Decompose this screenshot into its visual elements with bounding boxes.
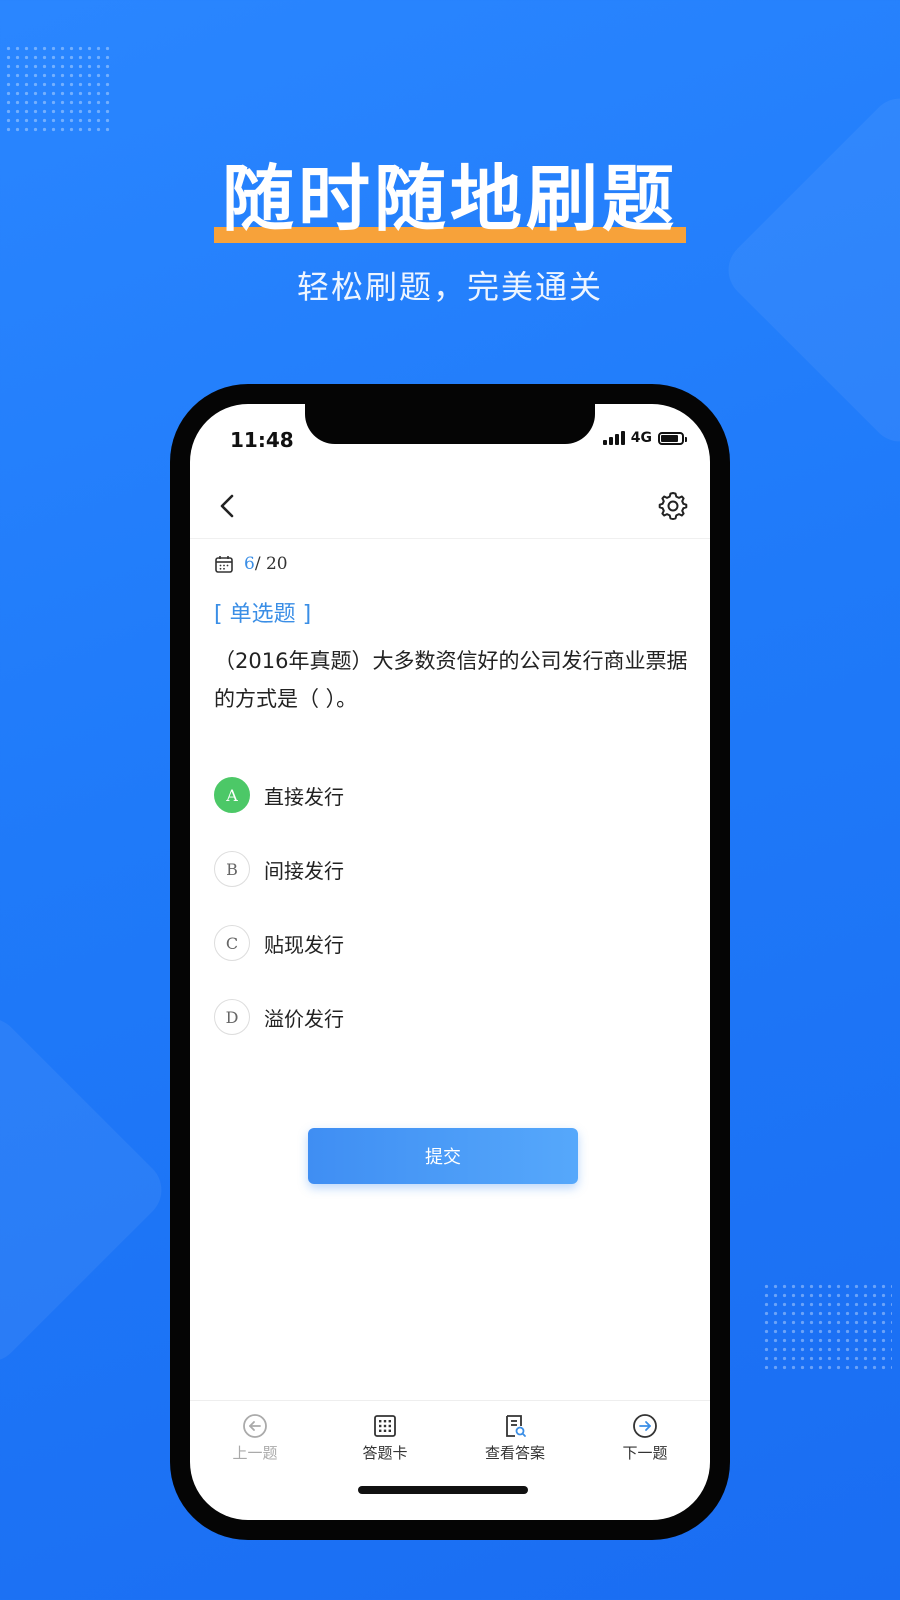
tab-view-answer[interactable]: 查看答案 [450,1401,580,1467]
question-type-label: [ 单选题 ] [214,602,312,627]
headline-text: 随时随地刷题 [221,157,678,241]
home-indicator [358,1486,528,1494]
arrow-right-circle-icon [633,1414,657,1438]
nav-bar [190,474,710,539]
promo-headline: 随时随地刷题 [0,140,900,245]
calendar-icon [215,556,233,573]
submit-button[interactable]: 提交 [308,1128,578,1184]
option-badge: A [214,777,250,813]
battery-icon [658,431,687,445]
tab-prev-question[interactable]: 上一题 [190,1401,320,1467]
tab-label: 答题卡 [362,1444,408,1462]
progress-current: 6 [244,554,255,574]
tab-answer-card[interactable]: 答题卡 [320,1401,450,1467]
headline-wrap: 随时随地刷题 [213,140,686,245]
question-text: （2016年真题）大多数资信好的公司发行商业票据的方式是（ ）。 [214,649,688,711]
question-progress: 6/ 20 [214,554,288,574]
option-badge: C [214,925,250,961]
status-bar: 11:48 4G [190,426,710,456]
status-time: 11:48 [230,428,294,452]
phone-frame: 11:48 4G 6/ 20 [单选题] （2016年真题）大多数资信好的公… [170,384,730,1540]
tab-label: 查看答案 [484,1444,545,1462]
decorative-dots-top-left [4,44,114,134]
progress-total: / 20 [254,554,288,574]
tab-label: 上一题 [232,1444,278,1462]
status-indicators: 4G [602,430,687,446]
promo-subtitle: 轻松刷题，完美通关 [296,268,603,306]
tab-next-question[interactable]: 下一题 [580,1401,710,1467]
option-badge: B [214,851,250,887]
option-a[interactable]: A 直接发行 [214,758,684,832]
tab-label: 下一题 [622,1444,668,1462]
answer-options: A 直接发行 B 间接发行 C 贴现发行 D 溢价发行 [214,758,684,1054]
document-search-icon [506,1415,526,1437]
decorative-dots-bottom-right [762,1282,892,1374]
option-text: 直接发行 [264,784,344,809]
arrow-left-circle-icon [243,1414,267,1438]
network-label: 4G [630,430,652,446]
progress-text: 6/ 20 [244,554,288,574]
option-c[interactable]: C 贴现发行 [214,906,684,980]
decorative-shape-left [0,1006,174,1374]
option-text: 贴现发行 [264,932,344,957]
gear-icon[interactable] [658,490,688,520]
bottom-tabbar: 上一题 答题卡 查看答案 下一题 [190,1400,710,1467]
grid-card-icon [374,1415,396,1437]
phone-screen: 11:48 4G 6/ 20 [单选题] （2016年真题）大多数资信好的公… [190,404,710,1520]
option-text: 间接发行 [264,858,344,883]
option-b[interactable]: B 间接发行 [214,832,684,906]
option-badge: D [214,999,250,1035]
option-text: 溢价发行 [264,1006,344,1031]
signal-icon [602,431,625,445]
chevron-left-icon[interactable] [214,490,242,522]
option-d[interactable]: D 溢价发行 [214,980,684,1054]
